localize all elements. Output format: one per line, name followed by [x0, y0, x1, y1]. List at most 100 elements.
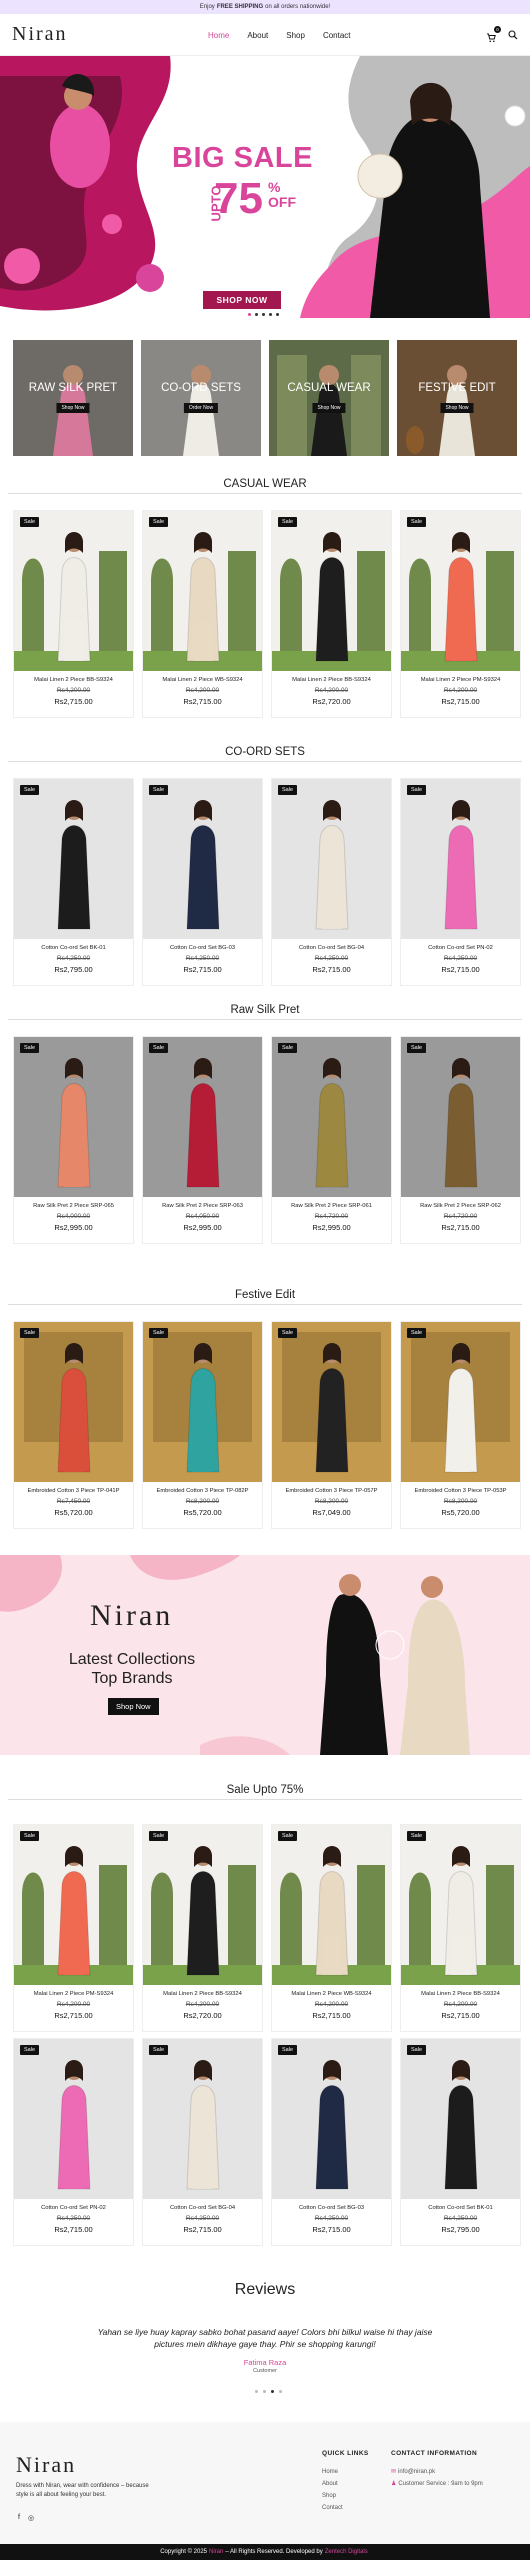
product-image[interactable] — [272, 2039, 391, 2199]
promo-banner[interactable]: Niran Latest Collections Top Brands Shop… — [0, 1555, 530, 1755]
cart-button[interactable]: 0 — [486, 25, 501, 42]
product-image[interactable] — [272, 511, 391, 671]
product-card[interactable]: Sale Cotton Co-ord Set BG-04 Rs4,250.00 Rs2… — [271, 778, 392, 986]
footer-link-about[interactable]: About — [322, 2478, 343, 2490]
product-image[interactable] — [143, 1037, 262, 1197]
category-festive-edit[interactable]: FESTIVE EDIT Shop Now — [397, 340, 517, 456]
instagram-icon[interactable]: ◎ — [28, 2514, 34, 2522]
slider-dot[interactable] — [262, 313, 265, 316]
product-image[interactable] — [401, 1825, 520, 1985]
search-icon[interactable] — [508, 29, 518, 40]
product-image[interactable] — [401, 1037, 520, 1197]
product-image[interactable] — [143, 779, 262, 939]
product-image[interactable] — [272, 1322, 391, 1482]
product-image[interactable] — [272, 1037, 391, 1197]
product-card[interactable]: Sale Cotton Co-ord Set BG-03 Rs4,250.00 Rs2… — [142, 778, 263, 986]
product-card[interactable]: Sale Embroided Cotton 3 Piece TP-057P Rs8,… — [271, 1321, 392, 1529]
slider-dot[interactable] — [269, 313, 272, 316]
product-image[interactable] — [14, 1322, 133, 1482]
nav-contact[interactable]: Contact — [323, 31, 351, 40]
slider-dot[interactable] — [248, 313, 251, 316]
product-name[interactable]: Cotton Co-ord Set BG-03 — [272, 2205, 391, 2211]
product-card[interactable]: Sale Malai Linen 2 Piece BB-S9324 Rs4,200.… — [142, 1824, 263, 2032]
product-name[interactable]: Malai Linen 2 Piece BB-S9324 — [143, 1991, 262, 1997]
product-name[interactable]: Cotton Co-ord Set PN-02 — [401, 945, 520, 951]
product-name[interactable]: Embroided Cotton 3 Piece TP-082P — [143, 1488, 262, 1494]
product-image[interactable] — [14, 2039, 133, 2199]
slider-dot[interactable] — [276, 313, 279, 316]
product-name[interactable]: Cotton Co-ord Set BG-04 — [143, 2205, 262, 2211]
product-image[interactable] — [143, 1825, 262, 1985]
category-button[interactable]: Shop Now — [440, 403, 474, 413]
product-name[interactable]: Embroided Cotton 3 Piece TP-053P — [401, 1488, 520, 1494]
review-dot[interactable] — [255, 2390, 258, 2393]
product-image[interactable] — [14, 779, 133, 939]
category-button[interactable]: Shop Now — [312, 403, 346, 413]
product-name[interactable]: Cotton Co-ord Set BG-03 — [143, 945, 262, 951]
product-image[interactable] — [401, 1322, 520, 1482]
product-card[interactable]: Sale Malai Linen 2 Piece WB-S9324 Rs4,200.… — [271, 1824, 392, 2032]
product-card[interactable]: Sale Cotton Co-ord Set BK-01 Rs4,250.00 Rs2… — [400, 2038, 521, 2246]
product-image[interactable] — [143, 1322, 262, 1482]
product-card[interactable]: Sale Cotton Co-ord Set PN-02 Rs4,250.00 Rs2… — [400, 778, 521, 986]
product-card[interactable]: Sale Malai Linen 2 Piece BB-S9324 Rs4,200.… — [400, 1824, 521, 2032]
footer-link-home[interactable]: Home — [322, 2466, 343, 2478]
product-name[interactable]: Malai Linen 2 Piece BB-S9324 — [401, 1991, 520, 1997]
nav-shop[interactable]: Shop — [286, 31, 305, 40]
review-dot[interactable] — [271, 2390, 274, 2393]
nav-about[interactable]: About — [247, 31, 268, 40]
footer-link-contact[interactable]: Contact — [322, 2502, 343, 2514]
product-card[interactable]: Sale Raw Silk Pret 2 Piece SRP-062 Rs4,720… — [400, 1036, 521, 1244]
product-card[interactable]: Sale Cotton Co-ord Set BK-01 Rs4,250.00 Rs2… — [13, 778, 134, 986]
product-card[interactable]: Sale Raw Silk Pret 2 Piece SRP-065 Rs4,000… — [13, 1036, 134, 1244]
product-name[interactable]: Raw Silk Pret 2 Piece SRP-065 — [14, 1203, 133, 1209]
product-name[interactable]: Cotton Co-ord Set BK-01 — [401, 2205, 520, 2211]
hero-shop-now-button[interactable]: SHOP NOW — [203, 291, 281, 309]
product-name[interactable]: Cotton Co-ord Set BK-01 — [14, 945, 133, 951]
product-card[interactable]: Sale Embroided Cotton 3 Piece TP-053P Rs8,… — [400, 1321, 521, 1529]
product-image[interactable] — [14, 1037, 133, 1197]
product-name[interactable]: Raw Silk Pret 2 Piece SRP-061 — [272, 1203, 391, 1209]
facebook-icon[interactable]: f — [18, 2514, 20, 2522]
category-button[interactable]: Order Now — [183, 403, 219, 413]
product-card[interactable]: Sale Malai Linen 2 Piece PM-S9324 Rs4,200.… — [13, 1824, 134, 2032]
product-card[interactable]: Sale Malai Linen 2 Piece PM-S9324 Rs4,200.… — [400, 510, 521, 718]
product-name[interactable]: Malai Linen 2 Piece BB-S9324 — [272, 677, 391, 683]
product-card[interactable]: Sale Cotton Co-ord Set PN-02 Rs4,250.00 Rs2… — [13, 2038, 134, 2246]
category-button[interactable]: Shop Now — [56, 403, 90, 413]
product-image[interactable] — [401, 779, 520, 939]
product-name[interactable]: Malai Linen 2 Piece PM-S9324 — [14, 1991, 133, 1997]
product-image[interactable] — [14, 511, 133, 671]
footer-logo[interactable]: Niran — [16, 2452, 76, 2478]
footer-link-shop[interactable]: Shop — [322, 2490, 343, 2502]
product-name[interactable]: Malai Linen 2 Piece BB-S9324 — [14, 677, 133, 683]
category-co-ord-sets[interactable]: CO-ORD SETS Order Now — [141, 340, 261, 456]
product-card[interactable]: Sale Raw Silk Pret 2 Piece SRP-061 Rs4,720… — [271, 1036, 392, 1244]
product-name[interactable]: Raw Silk Pret 2 Piece SRP-063 — [143, 1203, 262, 1209]
product-card[interactable]: Sale Malai Linen 2 Piece WB-S9324 Rs4,200.… — [142, 510, 263, 718]
category-casual-wear[interactable]: CASUAL WEAR Shop Now — [269, 340, 389, 456]
review-dot[interactable] — [263, 2390, 266, 2393]
product-card[interactable]: Sale Malai Linen 2 Piece BB-S9324 Rs4,200.… — [13, 510, 134, 718]
hero-banner[interactable]: BIG SALE UPTO 75 % OFF SHOP NOW — [0, 56, 530, 318]
product-image[interactable] — [401, 2039, 520, 2199]
product-image[interactable] — [143, 511, 262, 671]
product-image[interactable] — [272, 779, 391, 939]
copyright-dev[interactable]: Zentech Digitals — [325, 2549, 368, 2555]
product-name[interactable]: Cotton Co-ord Set BG-04 — [272, 945, 391, 951]
product-name[interactable]: Raw Silk Pret 2 Piece SRP-062 — [401, 1203, 520, 1209]
product-card[interactable]: Sale Cotton Co-ord Set BG-04 Rs4,250.00 Rs2… — [142, 2038, 263, 2246]
site-logo[interactable]: Niran — [12, 23, 68, 46]
slider-dot[interactable] — [255, 313, 258, 316]
product-name[interactable]: Malai Linen 2 Piece PM-S9324 — [401, 677, 520, 683]
review-dot[interactable] — [279, 2390, 282, 2393]
product-name[interactable]: Malai Linen 2 Piece WB-S9324 — [272, 1991, 391, 1997]
product-image[interactable] — [401, 511, 520, 671]
copyright-brand[interactable]: Niran — [209, 2549, 223, 2555]
product-name[interactable]: Embroided Cotton 3 Piece TP-057P — [272, 1488, 391, 1494]
product-image[interactable] — [272, 1825, 391, 1985]
product-name[interactable]: Cotton Co-ord Set PN-02 — [14, 2205, 133, 2211]
product-card[interactable]: Sale Malai Linen 2 Piece BB-S9324 Rs4,200.… — [271, 510, 392, 718]
product-name[interactable]: Malai Linen 2 Piece WB-S9324 — [143, 677, 262, 683]
product-card[interactable]: Sale Cotton Co-ord Set BG-03 Rs4,250.00 Rs2… — [271, 2038, 392, 2246]
